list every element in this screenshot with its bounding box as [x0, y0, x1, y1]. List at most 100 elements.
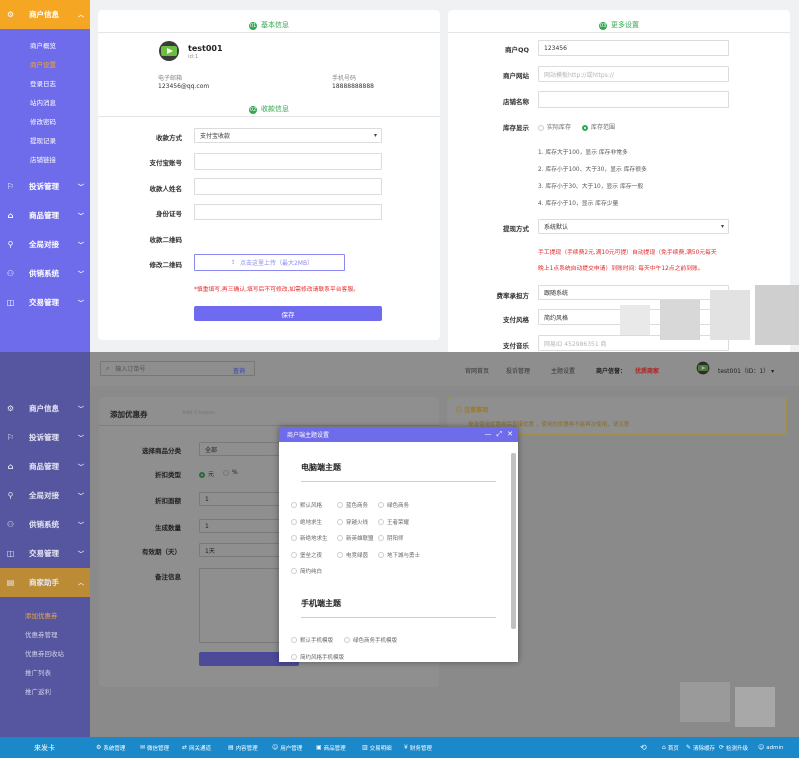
sidebar-sub-item[interactable]: 推广列表: [0, 662, 90, 681]
radio-icon: [291, 502, 297, 508]
pc-theme-option[interactable]: 穿越火线: [337, 518, 368, 526]
sidebar-group-item[interactable]: ⚐ 投诉管理 ﹀: [0, 423, 90, 452]
edit-qr-label: 修改二维码: [149, 261, 183, 269]
close-icon[interactable]: ✕: [507, 430, 513, 439]
taskbar-item[interactable]: ⇄ 网关通道: [182, 737, 211, 758]
chevron-down-icon: ﹀: [77, 213, 84, 220]
minimize-icon[interactable]: —: [485, 430, 492, 439]
pc-theme-option[interactable]: 新绝地求生: [291, 534, 328, 542]
site-input[interactable]: 网站模板http://或https://: [538, 66, 729, 82]
pc-theme-option[interactable]: 蓝色商务: [337, 501, 368, 509]
taskbar-right-item[interactable]: ⟳ 检测升级: [719, 737, 748, 758]
radio-icon: [378, 551, 384, 558]
header-link[interactable]: 投诉管理: [506, 366, 530, 375]
stock-radio-range[interactable]: 库存范围: [582, 122, 615, 131]
sidebar-sub-item[interactable]: 商户设置: [0, 54, 90, 73]
mobile-theme-option[interactable]: 默认手机模版: [291, 636, 333, 644]
menu-icon: ⚲: [7, 491, 14, 500]
taskbar-item[interactable]: ▥ 交易明细: [362, 737, 392, 758]
mobile-theme-option[interactable]: 简约风格手机模版: [291, 653, 344, 661]
sidebar-sub-item[interactable]: 商户概览: [0, 35, 90, 54]
shop-name-input[interactable]: [538, 91, 729, 108]
withdraw-notice-2: 晚上1点系统自动提交申请）到账时间: 每天中午12点之前到账。: [538, 266, 704, 272]
sidebar-item-merchant-info[interactable]: ⚙ 商户信息 ︿: [0, 0, 90, 29]
sidebar-group-item[interactable]: ⌂ 商品管理 ﹀: [0, 452, 90, 481]
discount-radio-yuan[interactable]: 元: [199, 469, 214, 478]
payee-name-input[interactable]: [194, 178, 382, 195]
chevron-down-icon: ﹀: [77, 406, 84, 413]
discount-radio-percent[interactable]: %: [223, 469, 238, 476]
sidebar-group-item[interactable]: ◫ 交易管理 ﹀: [0, 539, 90, 568]
pc-theme-option[interactable]: 电竞绿茵: [337, 551, 368, 559]
pay-method-select[interactable]: 支付宝收款: [194, 128, 382, 143]
pc-theme-option[interactable]: 堡垒之夜: [291, 551, 322, 559]
taskbar-item[interactable]: ☺ 用户管理: [272, 737, 302, 758]
stock-radio-actual[interactable]: 实际库存: [538, 122, 571, 131]
sidebar-sub-item[interactable]: 优惠券回收站: [0, 643, 90, 662]
sidebar-sub-item[interactable]: 添加优惠券: [0, 605, 90, 624]
admin-taskbar: 来发卡 ⚙ 系统管理 ✉ 微信管理 ⇄ 网关通道 ▤ 内容管理 ☺ 用户管理 ▣ 商品管理 ▥ 交易明细 ¥…: [0, 737, 799, 758]
taskbar-right-item[interactable]: ⌂ 首页: [662, 737, 679, 758]
payment-notice: *慎重填写,再三确认,填写后不可修改,如需修改请联系平台客服。: [194, 287, 359, 293]
maximize-icon[interactable]: ⤢: [497, 430, 503, 439]
sidebar-group-item[interactable]: ⚲ 全局对接 ﹀: [0, 481, 90, 510]
avatar: [696, 361, 710, 375]
search-button[interactable]: 查询: [233, 366, 245, 375]
mobile-theme-option[interactable]: 绿色商务手机模版: [344, 636, 397, 644]
taskbar-item[interactable]: ▣ 商品管理: [316, 737, 346, 758]
modal-scrollbar[interactable]: [511, 453, 516, 629]
taskbar-item[interactable]: ¥ 财务管理: [404, 737, 432, 758]
radio-icon: [337, 502, 343, 508]
radio-icon: [337, 518, 343, 525]
brand-logo: 来发卡: [34, 743, 55, 752]
pc-theme-option[interactable]: 阴阳师: [378, 534, 404, 542]
pc-theme-option[interactable]: 地下城与勇士: [378, 551, 420, 559]
search-icon: ⌕: [106, 364, 110, 372]
withdraw-select[interactable]: 系统默认: [538, 219, 729, 234]
taskbar-item[interactable]: ✉ 微信管理: [140, 737, 169, 758]
sidebar-group-item[interactable]: ⚇ 供销系统 ﹀: [0, 510, 90, 539]
chevron-down-icon: ﹀: [77, 184, 84, 191]
sidebar-sub-item[interactable]: 推广返利: [0, 681, 90, 700]
sidebar-group-item[interactable]: ◫ 交易管理 ﹀: [0, 288, 90, 317]
qq-input[interactable]: 123456: [538, 40, 729, 56]
taskbar-right-item[interactable]: ☺ admin: [758, 737, 784, 758]
sidebar-sub-item[interactable]: 登录日志: [0, 73, 90, 92]
sidebar-sub-item[interactable]: 站内消息: [0, 92, 90, 111]
sidebar-group-item[interactable]: ⚇ 供销系统 ﹀: [0, 259, 90, 288]
fee-bearer-select[interactable]: 跟随系统: [538, 285, 729, 300]
sidebar-group-item[interactable]: ▤ 商家助手 ︿: [0, 568, 90, 597]
refresh-icon[interactable]: ⟲: [640, 737, 647, 758]
radio-icon: [291, 551, 297, 558]
pc-theme-option[interactable]: 默认风格: [291, 501, 322, 509]
order-search-input[interactable]: ⌕ 输入订单号: [100, 361, 255, 376]
menu-icon: ▤: [6, 578, 15, 587]
alipay-account-input[interactable]: [194, 153, 382, 170]
user-menu[interactable]: test001（ID：1） ▾: [718, 366, 774, 375]
taskbar-item[interactable]: ⚙ 系统管理: [96, 737, 125, 758]
pc-theme-option[interactable]: 王者荣耀: [378, 518, 409, 526]
sidebar-group-item[interactable]: ⌂ 商品管理 ﹀: [0, 201, 90, 230]
pay-music-input[interactable]: 网易ID 452986351 商: [538, 335, 729, 351]
header-link[interactable]: 官网首页: [465, 366, 489, 375]
sidebar-sub-item[interactable]: 修改密码: [0, 111, 90, 130]
id-card-input[interactable]: [194, 204, 382, 220]
pc-theme-option[interactable]: 绿色商务: [378, 501, 409, 509]
pc-theme-option[interactable]: 新英雄联盟: [337, 534, 374, 542]
sidebar-group-item[interactable]: ⚲ 全局对接 ﹀: [0, 230, 90, 259]
pc-theme-option[interactable]: 绝地求生: [291, 518, 322, 526]
sidebar-group-item[interactable]: ⚙ 商户信息 ﹀: [0, 394, 90, 423]
save-button[interactable]: 保存: [194, 306, 382, 321]
header-link[interactable]: 主题设置: [551, 366, 575, 375]
sidebar-sub-item[interactable]: 店铺链接: [0, 149, 90, 168]
taskbar-item[interactable]: ▤ 内容管理: [228, 737, 258, 758]
pc-theme-option[interactable]: 简约纯白: [291, 567, 322, 575]
sidebar-group-item[interactable]: ⚐ 投诉管理 ﹀: [0, 172, 90, 201]
coupon-field-label: 生成数量: [155, 524, 181, 532]
taskbar-icon: ☺: [272, 744, 279, 751]
upload-qr-button[interactable]: ⇪ 点击这里上传（最大2MB）: [194, 254, 345, 271]
sidebar-sub-item[interactable]: 提现记录: [0, 130, 90, 149]
sidebar-dimmed: ⚙ 商户信息 ﹀ ⚐ 投诉管理 ﹀ ⌂ 商品管理 ﹀ ⚲ 全局对接 ﹀ ⚇ 供销系统 ﹀ ◫ 交易管理 ﹀ ▤ 商家助…: [0, 352, 90, 737]
sidebar-sub-item[interactable]: 优惠券管理: [0, 624, 90, 643]
taskbar-right-item[interactable]: ✎ 清除缓存: [686, 737, 715, 758]
